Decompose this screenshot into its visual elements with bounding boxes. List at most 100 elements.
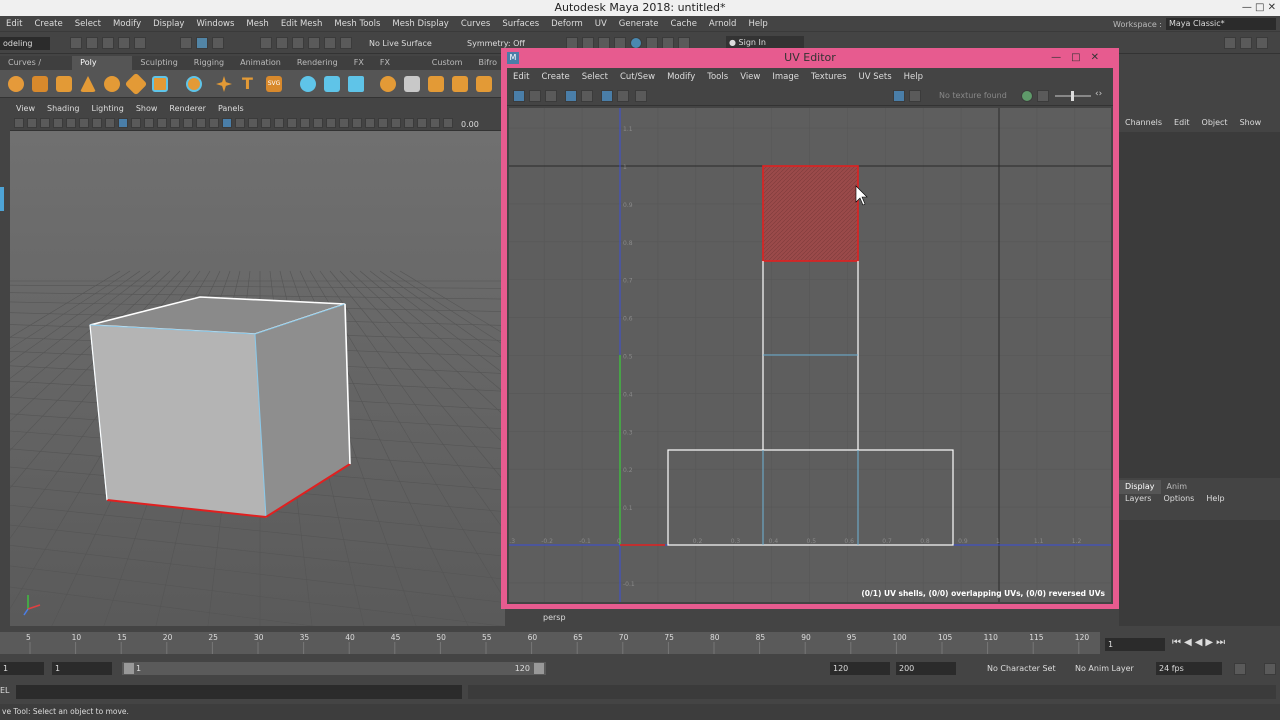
viewport-tool-icon[interactable] [287,118,297,128]
range-start-handle[interactable] [124,663,134,674]
uv-grid-icon[interactable] [513,90,525,102]
channel-box-body[interactable] [1119,132,1280,478]
viewport-canvas[interactable] [10,131,505,626]
menu-cache[interactable]: Cache [664,19,702,29]
uv-distortion-icon[interactable] [617,90,629,102]
viewport-tool-icon[interactable] [261,118,271,128]
time-slider[interactable]: 5 10 15 20 25 30 35 40 45 50 55 60 65 70 75 80 85 90 95 100… [0,628,1280,658]
uv-menu-textures[interactable]: Textures [805,72,853,82]
menu-edit-mesh[interactable]: Edit Mesh [275,19,329,29]
live-surface-field[interactable]: No Live Surface [366,37,450,50]
uv-window-controls[interactable]: —□✕ [1051,48,1109,68]
menu-select[interactable]: Select [69,19,107,29]
attribute-editor-icon[interactable] [1240,37,1252,49]
channel-menu-object[interactable]: Object [1196,118,1234,132]
viewport-tool-icon[interactable] [417,118,427,128]
uv-menu-modify[interactable]: Modify [661,72,701,82]
poly-cylinder-icon[interactable] [56,76,72,92]
shelf-tab-fx[interactable]: FX [346,56,372,70]
combine-icon[interactable] [300,76,316,92]
select-object-icon[interactable] [196,37,208,49]
layer-editor-body[interactable] [1119,520,1280,626]
menu-deform[interactable]: Deform [545,19,589,29]
viewport-tool-icon[interactable] [222,118,232,128]
uv-dim-image-icon[interactable] [909,90,921,102]
brightness-slider-handle[interactable] [1071,91,1074,101]
viewport-tool-icon[interactable] [339,118,349,128]
menu-generate[interactable]: Generate [613,19,665,29]
menu-mesh-tools[interactable]: Mesh Tools [328,19,386,29]
uv-menu-uv-sets[interactable]: UV Sets [853,72,898,82]
uv-menu-create[interactable]: Create [535,72,575,82]
layer-menu-layers[interactable]: Layers [1119,494,1157,506]
uv-checker-icon[interactable] [601,90,613,102]
command-input[interactable] [16,685,462,699]
uv-menu-view[interactable]: View [734,72,766,82]
perspective-viewport[interactable] [10,131,505,626]
time-slider-canvas[interactable]: 5 10 15 20 25 30 35 40 45 50 55 60 65 70 75 80 85 90 95 100… [0,628,1280,658]
layer-tab-anim[interactable]: Anim [1161,480,1194,494]
viewport-tool-icon[interactable] [170,118,180,128]
shelf-tab-bifro[interactable]: Bifro [470,56,505,70]
append-icon[interactable] [476,76,492,92]
bevel-icon[interactable] [452,76,468,92]
menu-help[interactable]: Help [742,19,773,29]
viewport-tool-icon[interactable] [14,118,24,128]
anim-prefs-icon[interactable] [1264,663,1276,675]
viewport-tool-icon[interactable] [53,118,63,128]
viewport-tool-icon[interactable] [66,118,76,128]
viewport-tool-icon[interactable] [183,118,193,128]
uv-snapshot-icon[interactable] [529,90,541,102]
uv-editor-window[interactable]: M UV Editor —□✕ Edit Create Select Cut/Sew M… [501,48,1119,609]
range-bar[interactable]: 1 120 [122,662,546,675]
snap-view-icon[interactable] [308,37,320,49]
window-controls[interactable]: — □ ✕ [1242,0,1276,16]
viewport-tool-icon[interactable] [196,118,206,128]
uv-menu-cut-sew[interactable]: Cut/Sew [614,72,661,82]
range-end-handle[interactable] [534,663,544,674]
fps-dropdown[interactable]: 24 fps [1156,662,1222,675]
uv-shaded-icon[interactable] [565,90,577,102]
modeling-toolkit-icon[interactable] [1224,37,1236,49]
menu-surfaces[interactable]: Surfaces [496,19,545,29]
viewport-tool-icon[interactable] [209,118,219,128]
viewport-tool-icon[interactable] [430,118,440,128]
uv-refresh-icon[interactable] [1021,90,1033,102]
shelf-tab-animation[interactable]: Animation [232,56,289,70]
current-frame-field[interactable]: 1 [1105,638,1165,651]
viewport-tool-icon[interactable] [404,118,414,128]
select-component-icon[interactable] [212,37,224,49]
viewport-tool-icon[interactable] [40,118,50,128]
viewport-tool-icon[interactable] [131,118,141,128]
menu-mesh[interactable]: Mesh [240,19,274,29]
poly-torus-icon[interactable] [104,76,120,92]
platonic-solid-icon[interactable] [186,76,202,92]
brightness-slider[interactable] [1055,91,1091,101]
shelf-tab-poly-modeling[interactable]: Poly Modeling [72,56,133,81]
uv-menu-select[interactable]: Select [576,72,614,82]
viewport-tool-icon[interactable] [105,118,115,128]
uv-editor-titlebar[interactable]: M UV Editor —□✕ [501,48,1119,68]
snap-surface-icon[interactable] [324,37,336,49]
viewport-tool-icon[interactable] [235,118,245,128]
menu-create[interactable]: Create [28,19,68,29]
poly-cube-icon[interactable] [32,76,48,92]
viewport-tool-icon[interactable] [157,118,167,128]
panel-menu-renderer[interactable]: Renderer [163,104,212,116]
panel-menu-lighting[interactable]: Lighting [85,104,129,116]
super-shape-icon[interactable] [216,76,232,92]
viewport-tool-icon[interactable] [326,118,336,128]
bridge-icon[interactable] [428,76,444,92]
viewport-tool-icon[interactable] [118,118,128,128]
svg-icon[interactable]: SVG [266,76,282,92]
uv-texture-icon[interactable] [1037,90,1049,102]
shelf-tab-rigging[interactable]: Rigging [186,56,232,70]
channel-menu-show[interactable]: Show [1234,118,1268,132]
poly-disc-icon[interactable] [152,76,168,92]
undo-icon[interactable] [118,37,130,49]
poly-sphere-icon[interactable] [8,76,24,92]
toolbox-select-indicator[interactable] [0,187,4,211]
panel-menu-panels[interactable]: Panels [212,104,250,116]
uv-display-image-icon[interactable] [893,90,905,102]
smooth-icon[interactable] [348,76,364,92]
